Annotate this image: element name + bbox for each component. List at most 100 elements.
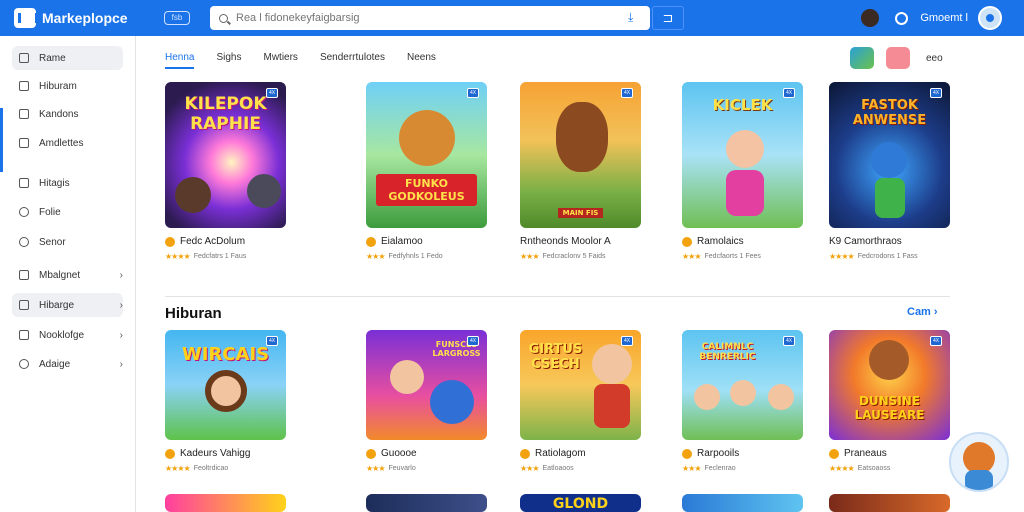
see-all-label: Cam	[907, 306, 931, 318]
sidebar-item-amdlettes[interactable]: Amdlettes	[12, 131, 123, 155]
sidebar-item-label: Hitagis	[39, 177, 70, 189]
coin-icon	[366, 236, 376, 247]
game-card[interactable]: KILEPOK RAPHIE 4X Fedc AcDolum ★★★★ Fedcf…	[165, 82, 286, 261]
thumbnail-title-art: GLOND	[552, 496, 609, 512]
game-thumbnail[interactable]	[829, 494, 950, 512]
sidebar-item-hibarge[interactable]: Hibarge ›	[12, 293, 123, 317]
character-figure	[399, 110, 455, 166]
sidebar-item-rame[interactable]: Rame	[12, 46, 123, 70]
game-card[interactable]: MAIN FIS 4X Rntheonds Moolor A ★★★ Fedcra…	[520, 82, 641, 261]
card-meta-row: ★★★ Fedcraclonv 5 Faids	[520, 252, 641, 261]
tab-neens[interactable]: Neens	[407, 52, 436, 69]
game-thumbnail[interactable]: GLOND	[520, 494, 641, 512]
sidebar-item-kandons[interactable]: Kandons	[12, 102, 123, 126]
gear-icon[interactable]	[895, 11, 909, 25]
rating-badge: 4X	[783, 88, 795, 98]
sidebar-item-hiburam[interactable]: Hiburam	[12, 74, 123, 98]
star-rating-icon: ★★★	[520, 252, 539, 261]
see-all-link[interactable]: Cam ›	[907, 306, 938, 318]
character-figure	[430, 380, 474, 424]
coin-icon	[165, 236, 175, 247]
game-card[interactable]: DUNSINE LAUSEARE 4X Praneaus ★★★★ Eatsoao…	[829, 330, 950, 473]
tab-sighs[interactable]: Sighs	[216, 52, 241, 69]
sidebar-item-adaige[interactable]: Adaige ›	[12, 352, 123, 376]
thumbnail-title-art: FUNKO GODKOLEUS	[376, 174, 477, 206]
rating-badge: 4X	[467, 88, 479, 98]
card-meta: Feoltrdicao	[193, 465, 229, 472]
fsb-chip[interactable]: fsb	[164, 11, 190, 25]
card-meta-row: ★★★★ Eatsoaoss	[829, 464, 950, 473]
assistant-mascot-button[interactable]	[949, 432, 1009, 492]
tab-bar: Henna Sighs Mwtiers Senderrtulotes Neens	[165, 52, 458, 69]
user-avatar[interactable]	[978, 6, 1002, 30]
logo[interactable]: Markeplopce	[14, 8, 164, 28]
search-icon	[219, 13, 228, 23]
thumbnail-title-art: WIRCAIS	[181, 344, 270, 365]
add-icon	[19, 178, 29, 188]
game-card[interactable]: FUNSCES LARGROSS 4X Guoooe ★★★ Feuvarlo	[366, 330, 487, 473]
sidebar-item-nooklofge[interactable]: Nooklofge ›	[12, 323, 123, 347]
sidebar-item-folie[interactable]: Folie	[12, 200, 123, 224]
game-card[interactable]: KICLEK 4X Ramolaics ★★★ Fedcfaorts 1 Fees	[682, 82, 803, 261]
coin-icon	[520, 448, 530, 459]
game-thumbnail[interactable]	[366, 494, 487, 512]
game-card[interactable]: FUNKO GODKOLEUS 4X Eialamoo ★★★ Fedfyhnls…	[366, 82, 487, 261]
game-thumbnail[interactable]: KILEPOK RAPHIE 4X	[165, 82, 286, 228]
user-name[interactable]: Gmoemt l	[920, 12, 968, 24]
game-card[interactable]: WIRCAIS 4X Kadeurs Vahigg ★★★★ Feoltrdica…	[165, 330, 286, 473]
card-meta: Fedfyhnls 1 Fedo	[388, 253, 443, 260]
game-thumbnail[interactable]: DUNSINE LAUSEARE 4X	[829, 330, 950, 440]
chevron-right-icon: ›	[119, 269, 123, 281]
search-input[interactable]	[236, 12, 616, 24]
download-icon[interactable]: ⤓	[628, 11, 640, 23]
sidebar-item-label: Folie	[39, 206, 61, 218]
thumbnail-title-art: KILEPOK RAPHIE	[184, 94, 267, 134]
game-thumbnail[interactable]	[682, 494, 803, 512]
sidebar-item-hitagis[interactable]: Hitagis	[12, 171, 123, 195]
game-thumbnail[interactable]: FASTOK ANWENSE 4X	[829, 82, 950, 228]
top-app-bar: Markeplopce fsb ⤓ ⊐ Gmoemt l	[0, 0, 1024, 36]
folder-icon	[19, 270, 29, 280]
card-meta-row: ★★★★ Feoltrdicao	[165, 464, 286, 473]
game-thumbnail[interactable]	[165, 494, 286, 512]
tab-henna[interactable]: Henna	[165, 52, 195, 69]
filter-button[interactable]	[886, 47, 910, 69]
game-thumbnail[interactable]: FUNSCES LARGROSS 4X	[366, 330, 487, 440]
search-button[interactable]: ⊐	[652, 6, 684, 30]
card-meta-row: ★★★ Eatloaoos	[520, 464, 641, 473]
document-icon	[19, 109, 29, 119]
game-thumbnail[interactable]: MAIN FIS 4X	[520, 82, 641, 228]
game-card[interactable]: CALIMNLC BENRERLIC 4X Rarpooils ★★★ Fecle…	[682, 330, 803, 473]
rating-badge: 4X	[266, 336, 278, 346]
tab-mwtiers[interactable]: Mwtiers	[263, 52, 297, 69]
game-thumbnail[interactable]: KICLEK 4X	[682, 82, 803, 228]
game-thumbnail[interactable]: WIRCAIS 4X	[165, 330, 286, 440]
game-thumbnail[interactable]: FUNKO GODKOLEUS 4X	[366, 82, 487, 228]
section-divider	[165, 296, 950, 297]
game-thumbnail[interactable]: GIRTUS CSECH 4X	[520, 330, 641, 440]
thumbnail-title-art: MAIN FIS	[558, 208, 603, 218]
coin-icon	[682, 448, 692, 459]
profile-avatar[interactable]	[861, 9, 880, 27]
sidebar-item-label: Hibarge	[39, 299, 75, 311]
more-button[interactable]: eeo	[926, 53, 943, 64]
home-icon	[19, 53, 29, 63]
sidebar: Rame Hiburam Kandons Amdlettes Hitagis F…	[0, 36, 136, 512]
thumbnail-title-art: KICLEK	[712, 96, 773, 114]
game-card[interactable]: FASTOK ANWENSE 4X K9 Camorthraos ★★★★ Fed…	[829, 82, 950, 261]
rating-badge: 4X	[467, 336, 479, 346]
thumbnail-title-art: FASTOK ANWENSE	[852, 98, 927, 128]
sidebar-item-label: Kandons	[39, 108, 79, 120]
card-title: K9 Camorthraos	[829, 236, 902, 247]
sidebar-item-mbalgnet[interactable]: Mbalgnet ›	[12, 263, 123, 287]
card-meta: Feclenrao	[704, 465, 736, 472]
card-title-row: Rarpooils	[682, 448, 803, 459]
sidebar-item-senor[interactable]: Senor	[12, 230, 123, 254]
game-thumbnail[interactable]: CALIMNLC BENRERLIC 4X	[682, 330, 803, 440]
thumbnail-title-art: GIRTUS CSECH	[528, 342, 583, 372]
tab-senderrtulotes[interactable]: Senderrtulotes	[320, 52, 385, 69]
game-card[interactable]: GIRTUS CSECH 4X Ratiolagom ★★★ Eatloaoos	[520, 330, 641, 473]
view-toggle-button[interactable]	[850, 47, 874, 69]
list-icon	[19, 138, 29, 148]
grid-icon	[19, 300, 29, 310]
